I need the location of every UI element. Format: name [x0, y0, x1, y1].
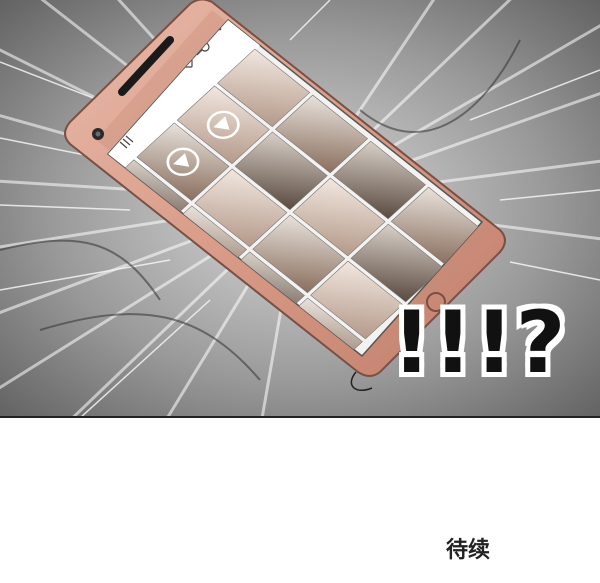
- exclamation-text: !!!?: [392, 293, 568, 393]
- to-be-continued-text: 待续: [446, 538, 491, 563]
- comic-panel: !!!?: [0, 0, 600, 418]
